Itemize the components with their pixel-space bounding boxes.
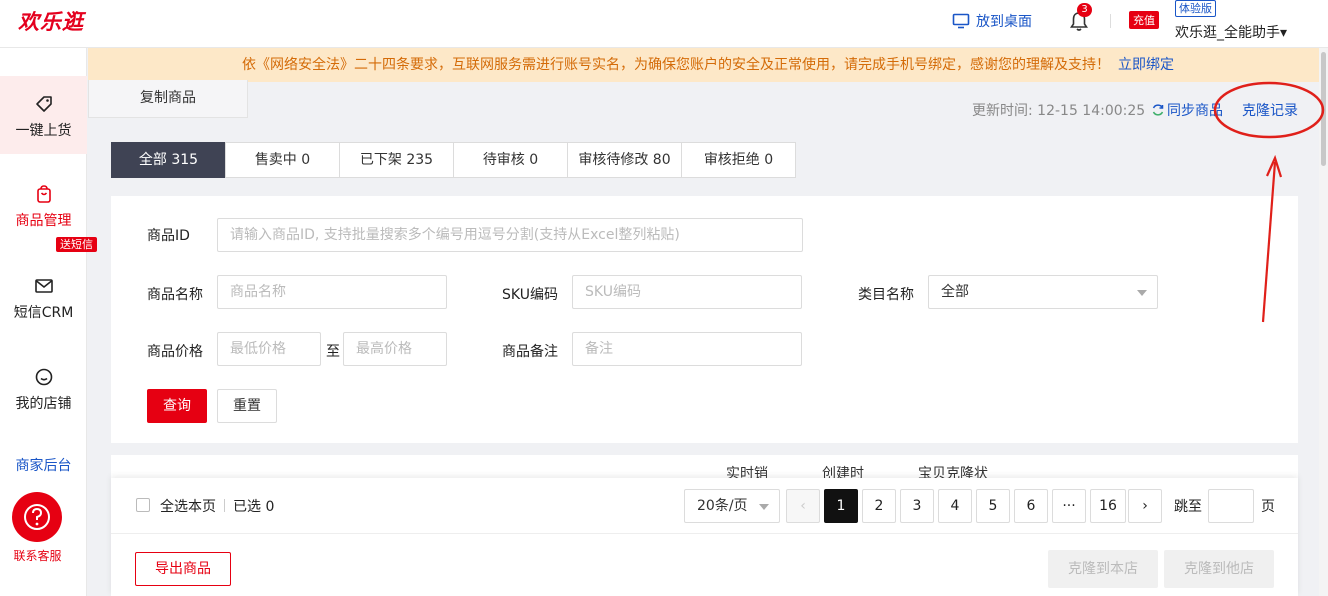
- clone-to-this-store-button[interactable]: 克隆到本店: [1048, 550, 1158, 588]
- top-bar: 欢乐逛 放到桌面 3 充值 体验版 欢乐逛_全能助手▾: [0, 0, 1328, 48]
- price-range-separator: 至: [326, 344, 340, 360]
- selection-divider: [224, 499, 225, 512]
- sku-label: SKU编码: [502, 287, 558, 303]
- scrollbar-thumb[interactable]: [1321, 52, 1326, 166]
- trial-badge: 体验版: [1175, 0, 1216, 17]
- question-icon: [24, 504, 50, 530]
- select-all-checkbox[interactable]: [136, 498, 150, 512]
- page-button[interactable]: 16: [1090, 489, 1126, 523]
- product-id-input[interactable]: 请输入商品ID, 支持批量搜索多个编号用逗号分割(支持从Excel整列粘贴): [217, 218, 803, 252]
- select-all-label[interactable]: 全选本页: [160, 496, 216, 516]
- tab-pending-review[interactable]: 待审核 0: [453, 142, 568, 178]
- page-scrollbar[interactable]: [1319, 48, 1328, 596]
- bulk-action-bar: 全选本页 已选 0 20条/页 ‹ 1 2 3 4 5 6 ··· 16 › 跳…: [111, 478, 1298, 596]
- page-button[interactable]: 6: [1014, 489, 1048, 523]
- tab-review-rejected[interactable]: 审核拒绝 0: [681, 142, 796, 178]
- notice-text: 依《网络安全法》二十四条要求，互联网服务需进行账号实名，为确保您账户的安全及正常…: [242, 57, 1110, 73]
- username-label: 欢乐逛_全能助手: [1175, 25, 1280, 41]
- shopping-bag-icon: [36, 185, 51, 203]
- add-to-desktop-button[interactable]: 放到桌面: [952, 11, 1032, 31]
- bind-now-link[interactable]: 立即绑定: [1118, 57, 1174, 73]
- update-time: 更新时间: 12-15 14:00:25: [972, 103, 1146, 119]
- filter-panel: 商品ID 请输入商品ID, 支持批量搜索多个编号用逗号分割(支持从Excel整列…: [111, 196, 1298, 443]
- max-price-input[interactable]: 最高价格: [343, 332, 447, 366]
- add-to-desktop-label: 放到桌面: [976, 14, 1032, 30]
- recharge-button[interactable]: 充值: [1129, 11, 1159, 29]
- tab-on-sale[interactable]: 售卖中 0: [225, 142, 340, 178]
- query-button[interactable]: 查询: [147, 389, 207, 423]
- page-suffix-label: 页: [1261, 499, 1275, 515]
- sync-products-button[interactable]: 同步商品: [1151, 100, 1223, 120]
- category-label: 类目名称: [858, 287, 914, 303]
- page-button[interactable]: 5: [976, 489, 1010, 523]
- page-button[interactable]: 1: [824, 489, 858, 523]
- annotation-arrow-head: [1265, 154, 1283, 178]
- export-products-button[interactable]: 导出商品: [135, 552, 231, 586]
- mail-icon: [34, 279, 53, 293]
- real-name-notice: 依《网络安全法》二十四条要求，互联网服务需进行账号实名，为确保您账户的安全及正常…: [88, 48, 1328, 82]
- tab-copy-product[interactable]: 复制商品: [88, 80, 248, 118]
- page-button[interactable]: 3: [900, 489, 934, 523]
- category-select[interactable]: 全部: [928, 275, 1158, 309]
- refresh-icon: [1152, 104, 1164, 116]
- sms-promo-badge: 送短信: [56, 237, 97, 252]
- jump-to-page-input[interactable]: [1208, 489, 1254, 523]
- tab-all[interactable]: 全部 315: [111, 142, 226, 178]
- tag-icon: [35, 96, 52, 112]
- sidebar-item-one-click-upload[interactable]: 一键上货: [0, 76, 87, 154]
- sync-products-label: 同步商品: [1167, 103, 1223, 119]
- remark-label: 商品备注: [502, 344, 558, 360]
- sidebar-item-product-management[interactable]: 商品管理: [0, 184, 87, 230]
- page-size-value: 20条/页: [697, 498, 748, 514]
- sidebar-item-label: 我的店铺: [15, 396, 72, 412]
- clone-to-other-store-button[interactable]: 克隆到他店: [1164, 550, 1274, 588]
- tab-review-needs-edit[interactable]: 审核待修改 80: [567, 142, 682, 178]
- chevron-down-icon: [1137, 290, 1147, 296]
- help-button[interactable]: [12, 492, 62, 542]
- smile-icon: [35, 368, 52, 386]
- sku-input[interactable]: SKU编码: [572, 275, 802, 309]
- page-size-select[interactable]: 20条/页: [684, 489, 780, 523]
- reset-button[interactable]: 重置: [217, 389, 277, 423]
- sidebar-item-label: 一键上货: [15, 123, 72, 139]
- clone-records-link[interactable]: 克隆记录: [1242, 100, 1298, 120]
- sidebar: 一键上货 商品管理 短信CRM 我的店铺 商家后台 联系客服: [0, 48, 87, 596]
- help-label: 联系客服: [13, 549, 62, 563]
- sidebar-item-label: 短信CRM: [13, 305, 74, 321]
- merchant-backend-link[interactable]: 商家后台: [0, 455, 87, 475]
- notification-badge: 3: [1077, 3, 1092, 17]
- product-id-label: 商品ID: [147, 228, 190, 244]
- chevron-down-icon: [759, 504, 769, 510]
- sidebar-item-label: 商品管理: [15, 213, 72, 229]
- user-menu[interactable]: 欢乐逛_全能助手▾: [1175, 22, 1287, 42]
- page-ellipsis[interactable]: ···: [1052, 489, 1086, 523]
- remark-input[interactable]: 备注: [572, 332, 802, 366]
- page-button[interactable]: 2: [862, 489, 896, 523]
- category-value: 全部: [941, 284, 969, 300]
- sidebar-item-my-store[interactable]: 我的店铺: [0, 367, 87, 413]
- header-divider: [1110, 14, 1111, 28]
- jump-to-label: 跳至: [1174, 499, 1202, 515]
- selected-count: 已选 0: [233, 499, 275, 515]
- prev-page-button[interactable]: ‹: [786, 489, 820, 523]
- monitor-icon: [952, 13, 970, 29]
- chevron-down-icon: ▾: [1280, 25, 1288, 41]
- next-page-button[interactable]: ›: [1128, 489, 1162, 523]
- tab-delisted[interactable]: 已下架 235: [339, 142, 454, 178]
- product-name-input[interactable]: 商品名称: [217, 275, 447, 309]
- page-button[interactable]: 4: [938, 489, 972, 523]
- app-logo[interactable]: 欢乐逛: [18, 6, 84, 36]
- min-price-input[interactable]: 最低价格: [217, 332, 321, 366]
- bar-divider: [111, 533, 1298, 534]
- product-name-label: 商品名称: [147, 287, 203, 303]
- price-label: 商品价格: [147, 344, 203, 360]
- sidebar-item-sms-crm[interactable]: 短信CRM: [0, 276, 87, 322]
- status-tabs: 全部 315 售卖中 0 已下架 235 待审核 0 审核待修改 80 审核拒绝…: [111, 142, 796, 178]
